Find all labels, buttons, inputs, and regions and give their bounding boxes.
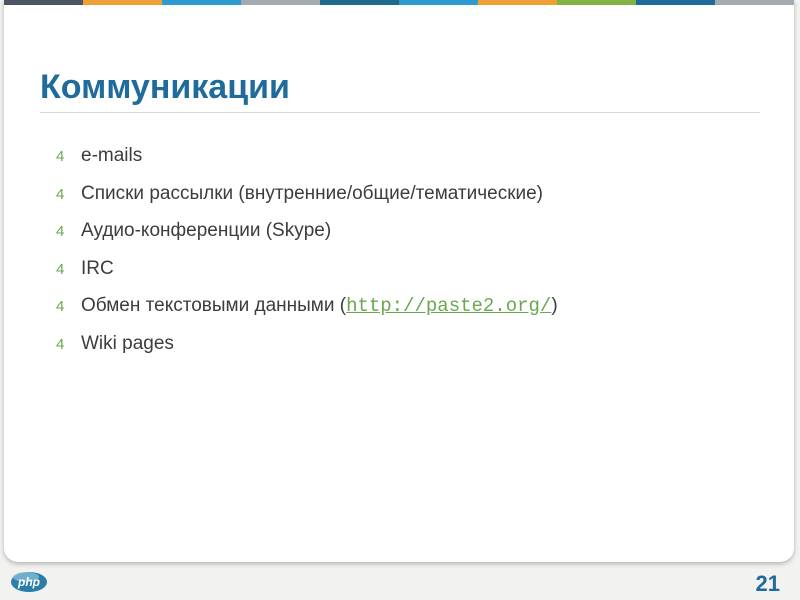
list-item: 4 e-mails: [56, 145, 558, 183]
stripe-segment: [636, 0, 715, 5]
item-text: Списки рассылки (внутренние/общие/темати…: [81, 182, 544, 204]
item-text: Обмен текстовыми данными (: [81, 295, 347, 316]
stripe-segment: [557, 0, 636, 5]
stripe-segment: [162, 0, 241, 5]
bullet-arrow-icon: 4: [56, 223, 65, 240]
stripe-segment: [478, 0, 557, 5]
bullet-arrow-icon: 4: [56, 335, 65, 353]
item-text: e-mails: [81, 145, 143, 166]
item-text: Аудио-конференции (Skype): [81, 220, 332, 241]
bullet-arrow-icon: 4: [56, 148, 65, 165]
bullet-arrow-icon: 4: [56, 260, 65, 278]
bullet-list: 4 e-mails 4 Списки рассылки (внутренние/об…: [56, 145, 558, 370]
list-item: 4 Списки рассылки (внутренние/общие/темат…: [56, 183, 558, 221]
bullet-arrow-icon: 4: [56, 298, 65, 315]
color-stripe: [4, 0, 794, 5]
stripe-segment: [4, 0, 83, 5]
list-item: 4 IRC: [56, 258, 558, 296]
stripe-segment: [399, 0, 478, 5]
list-item: 4 Аудио-конференции (Skype): [56, 220, 558, 258]
stripe-segment: [320, 0, 399, 5]
svg-text:php: php: [17, 575, 40, 589]
stripe-segment: [241, 0, 320, 5]
title-divider: [40, 112, 760, 113]
slide-title: Коммуникации: [40, 68, 290, 106]
item-text: IRC: [81, 257, 114, 279]
bullet-arrow-icon: 4: [56, 185, 65, 203]
item-text: Wiki pages: [81, 332, 174, 354]
item-text: ): [551, 295, 558, 316]
stripe-segment: [715, 0, 794, 5]
list-item: 4 Wiki pages: [56, 333, 558, 371]
list-item: 4 Обмен текстовыми данными (http://paste2…: [56, 295, 558, 333]
page-number: 21: [755, 571, 780, 596]
paste2-link[interactable]: http://paste2.org/: [346, 295, 551, 317]
stripe-segment: [83, 0, 162, 5]
php-logo-icon: php: [11, 572, 47, 592]
